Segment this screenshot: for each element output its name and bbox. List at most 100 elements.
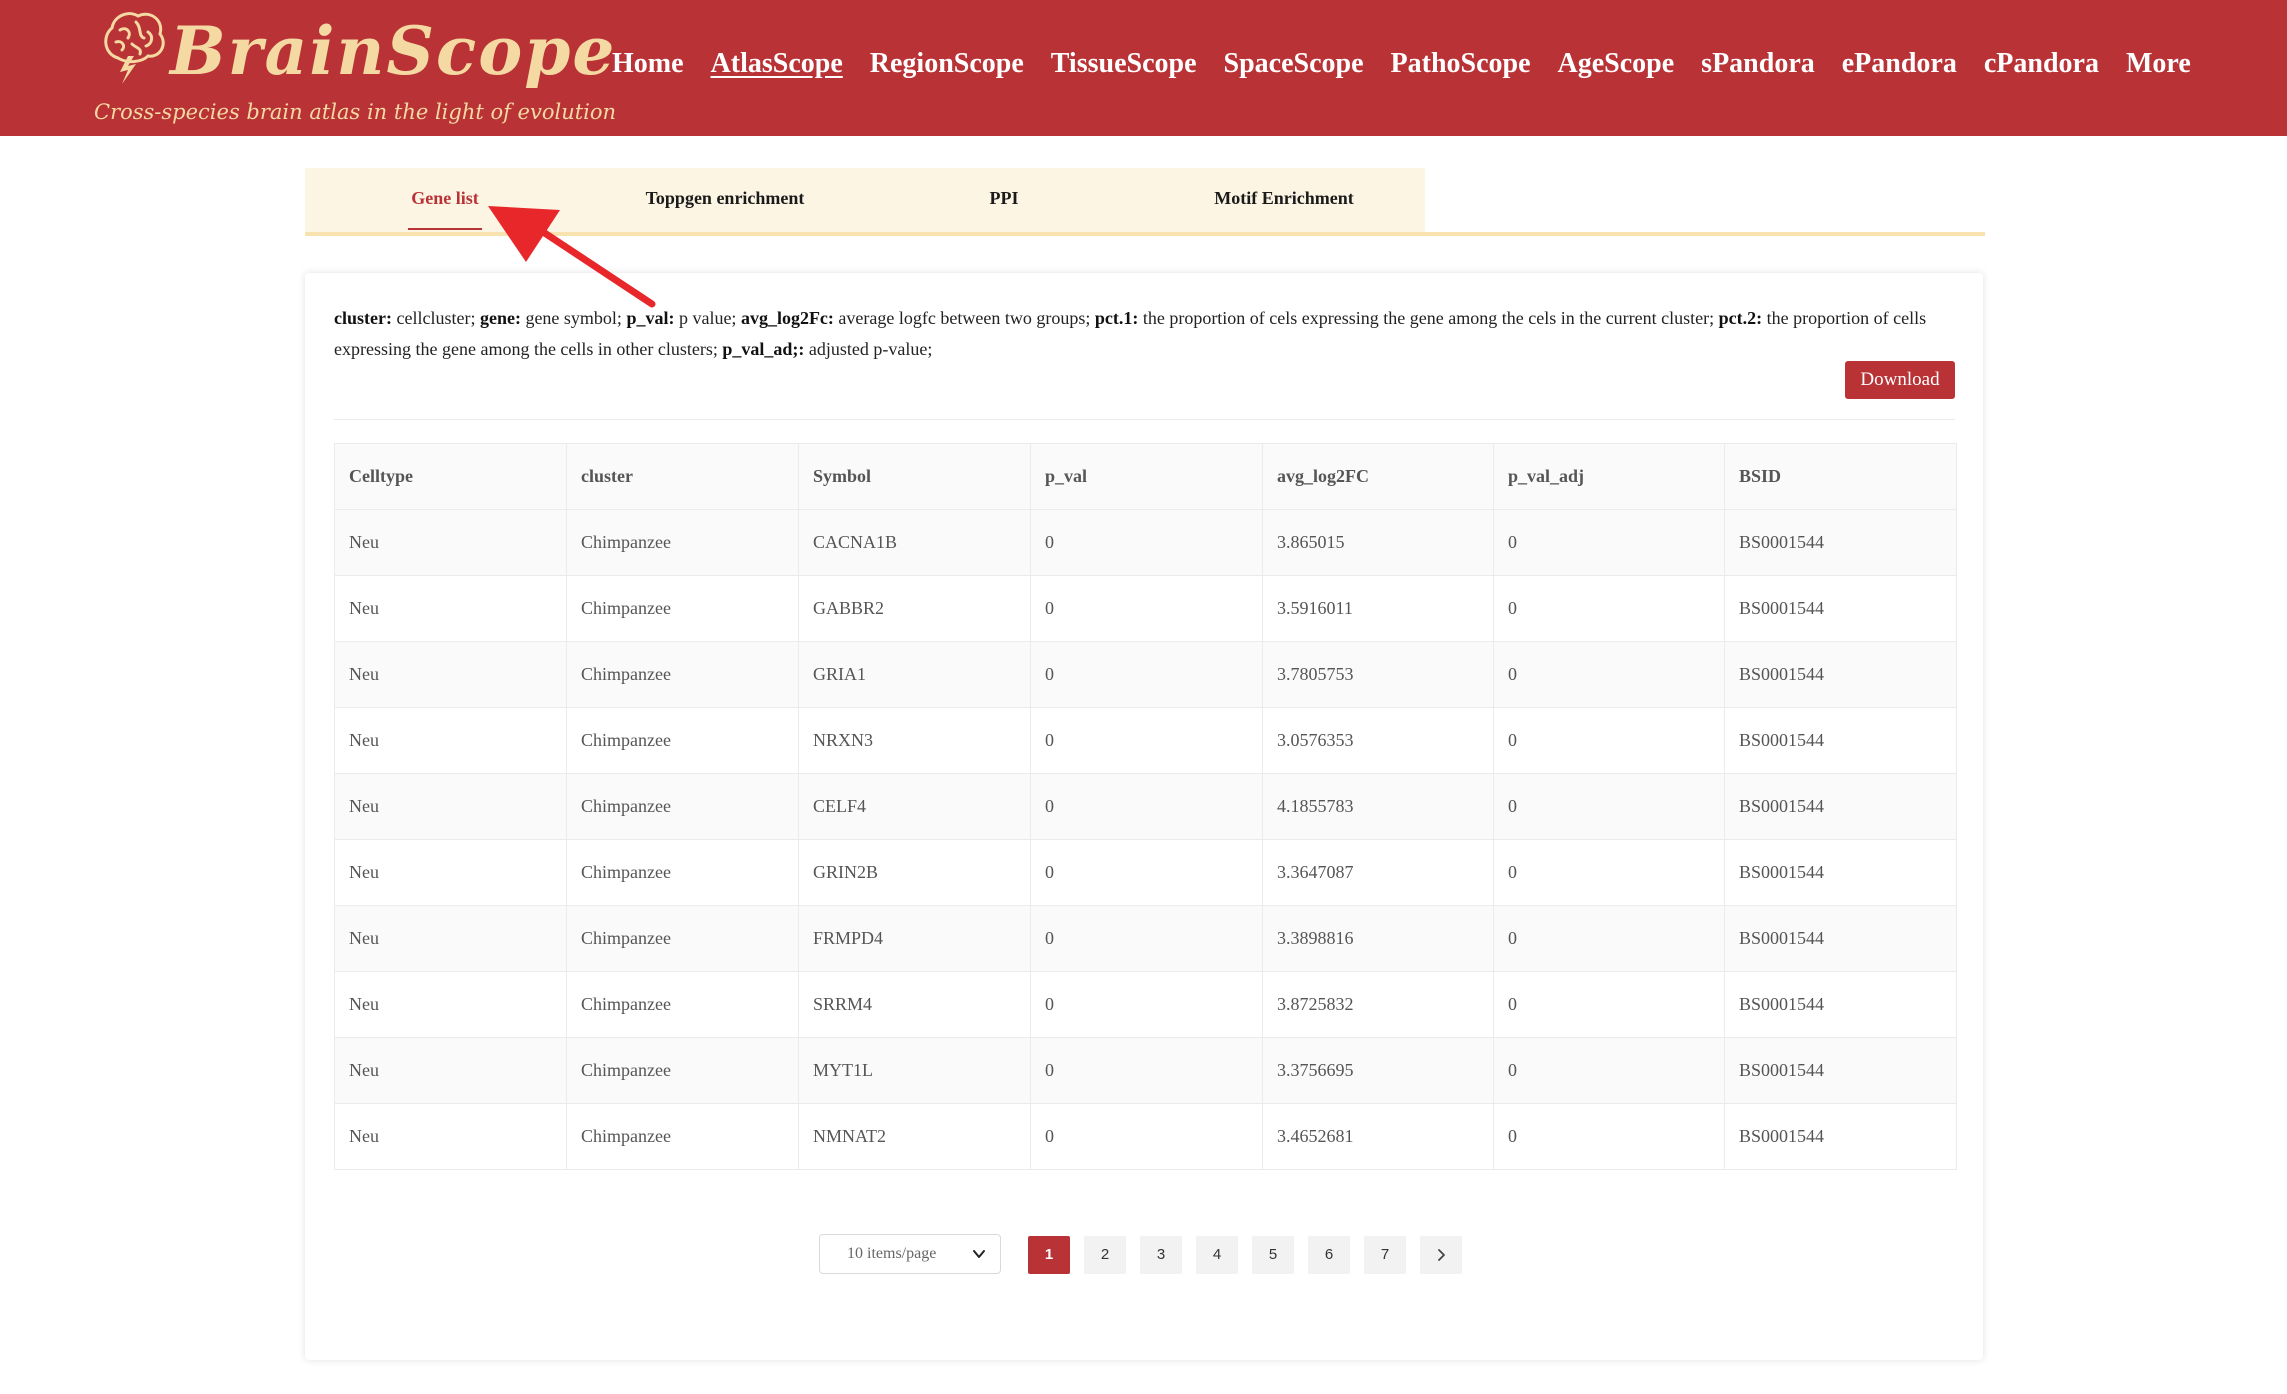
cell-bsid: BS0001544 — [1724, 641, 1957, 708]
cell-p-val-adj: 0 — [1493, 1037, 1725, 1104]
page-size-select[interactable]: 10 items/page — [819, 1234, 1001, 1274]
tab-toppgen-enrichment[interactable]: Toppgen enrichment — [646, 188, 805, 209]
nav-agescope[interactable]: AgeScope — [1558, 48, 1675, 88]
header-bsid[interactable]: BSID — [1724, 443, 1957, 510]
cell-avg-log2fc: 3.3756695 — [1262, 1037, 1494, 1104]
desc-text-avg-log2fc: average logfc between two groups; — [833, 308, 1095, 328]
section-divider — [334, 419, 1955, 420]
cell-avg-log2fc: 3.865015 — [1262, 509, 1494, 576]
cell-cluster: Chimpanzee — [566, 839, 799, 906]
header-cluster[interactable]: cluster — [566, 443, 799, 510]
nav-tissuescope[interactable]: TissueScope — [1051, 48, 1197, 88]
cell-bsid: BS0001544 — [1724, 509, 1957, 576]
table-row: Neu Chimpanzee MYT1L 0 3.3756695 0 BS000… — [334, 1037, 1957, 1104]
desc-key-pct2: pct.2: — [1718, 308, 1763, 328]
cell-celltype: Neu — [334, 509, 567, 576]
page-2-button[interactable]: 2 — [1084, 1236, 1126, 1274]
cell-p-val-adj: 0 — [1493, 641, 1725, 708]
desc-key-cluster: cluster: — [334, 308, 392, 328]
download-button[interactable]: Download — [1845, 361, 1955, 399]
page-4-button[interactable]: 4 — [1196, 1236, 1238, 1274]
tab-bar: Gene list Toppgen enrichment PPI Motif E… — [305, 168, 1425, 232]
cell-avg-log2fc: 3.4652681 — [1262, 1103, 1494, 1170]
chevron-down-icon — [973, 1250, 985, 1258]
cell-cluster: Chimpanzee — [566, 575, 799, 642]
cell-symbol: GABBR2 — [798, 575, 1031, 642]
cell-cluster: Chimpanzee — [566, 509, 799, 576]
desc-text-pct1: the proportion of cels expressing the ge… — [1138, 308, 1719, 328]
cell-avg-log2fc: 4.1855783 — [1262, 773, 1494, 840]
cell-bsid: BS0001544 — [1724, 1037, 1957, 1104]
cell-p-val-adj: 0 — [1493, 575, 1725, 642]
tab-gene-list[interactable]: Gene list — [411, 188, 479, 209]
next-page-button[interactable] — [1420, 1236, 1462, 1274]
cell-p-val: 0 — [1030, 641, 1263, 708]
cell-symbol: MYT1L — [798, 1037, 1031, 1104]
main-nav: Home AtlasScope RegionScope TissueScope … — [612, 48, 2218, 88]
nav-cpandora[interactable]: cPandora — [1984, 48, 2099, 88]
brain-icon — [104, 12, 165, 84]
nav-spandora[interactable]: sPandora — [1701, 48, 1815, 88]
cell-bsid: BS0001544 — [1724, 707, 1957, 774]
annotation-arrow-icon — [488, 206, 656, 308]
brainscope-logo[interactable]: BrainScope Cross-species brain atlas in … — [92, 4, 616, 132]
page-3-button[interactable]: 3 — [1140, 1236, 1182, 1274]
cell-p-val: 0 — [1030, 509, 1263, 576]
cell-celltype: Neu — [334, 1103, 567, 1170]
cell-celltype: Neu — [334, 1037, 567, 1104]
table-row: Neu Chimpanzee NRXN3 0 3.0576353 0 BS000… — [334, 707, 1957, 774]
nav-epandora[interactable]: ePandora — [1842, 48, 1957, 88]
cell-p-val: 0 — [1030, 971, 1263, 1038]
page-1-button[interactable]: 1 — [1028, 1236, 1070, 1274]
table-row: Neu Chimpanzee SRRM4 0 3.8725832 0 BS000… — [334, 971, 1957, 1038]
cell-p-val-adj: 0 — [1493, 905, 1725, 972]
nav-spacescope[interactable]: SpaceScope — [1224, 48, 1364, 88]
cell-bsid: BS0001544 — [1724, 575, 1957, 642]
tab-motif-enrichment[interactable]: Motif Enrichment — [1214, 188, 1353, 209]
page-5-button[interactable]: 5 — [1252, 1236, 1294, 1274]
cell-p-val-adj: 0 — [1493, 971, 1725, 1038]
page-6-button[interactable]: 6 — [1308, 1236, 1350, 1274]
header-symbol[interactable]: Symbol — [798, 443, 1031, 510]
cell-avg-log2fc: 3.3647087 — [1262, 839, 1494, 906]
nav-more[interactable]: More — [2126, 48, 2191, 88]
tab-ppi[interactable]: PPI — [990, 188, 1019, 209]
cell-p-val-adj: 0 — [1493, 773, 1725, 840]
desc-text-p-val: p value; — [674, 308, 741, 328]
cell-avg-log2fc: 3.3898816 — [1262, 905, 1494, 972]
cell-symbol: NMNAT2 — [798, 1103, 1031, 1170]
desc-key-pct1: pct.1: — [1094, 308, 1139, 328]
cell-p-val: 0 — [1030, 1103, 1263, 1170]
header-p-val-adj[interactable]: p_val_adj — [1493, 443, 1725, 510]
cell-bsid: BS0001544 — [1724, 839, 1957, 906]
table-header-row: Celltype cluster Symbol p_val avg_log2FC… — [334, 443, 1957, 510]
cell-p-val: 0 — [1030, 707, 1263, 774]
cell-symbol: CELF4 — [798, 773, 1031, 840]
desc-text-p-val-adj: adjusted p-value; — [804, 339, 933, 359]
cell-avg-log2fc: 3.0576353 — [1262, 707, 1494, 774]
header-celltype[interactable]: Celltype — [334, 443, 567, 510]
cell-cluster: Chimpanzee — [566, 707, 799, 774]
desc-key-avg-log2fc: avg_log2Fc: — [740, 308, 834, 328]
cell-avg-log2fc: 3.5916011 — [1262, 575, 1494, 642]
nav-atlasscope[interactable]: AtlasScope — [711, 48, 843, 88]
active-tab-indicator — [408, 228, 482, 230]
table-row: Neu Chimpanzee FRMPD4 0 3.3898816 0 BS00… — [334, 905, 1957, 972]
page-7-button[interactable]: 7 — [1364, 1236, 1406, 1274]
nav-regionscope[interactable]: RegionScope — [870, 48, 1024, 88]
cell-cluster: Chimpanzee — [566, 773, 799, 840]
cell-celltype: Neu — [334, 575, 567, 642]
cell-p-val-adj: 0 — [1493, 509, 1725, 576]
header-avg-log2fc[interactable]: avg_log2FC — [1262, 443, 1494, 510]
cell-bsid: BS0001544 — [1724, 773, 1957, 840]
cell-p-val: 0 — [1030, 905, 1263, 972]
logo-title: BrainScope — [170, 12, 617, 90]
nav-home[interactable]: Home — [612, 48, 684, 88]
cell-symbol: CACNA1B — [798, 509, 1031, 576]
cell-p-val-adj: 0 — [1493, 839, 1725, 906]
cell-symbol: FRMPD4 — [798, 905, 1031, 972]
cell-avg-log2fc: 3.8725832 — [1262, 971, 1494, 1038]
nav-pathoscope[interactable]: PathoScope — [1391, 48, 1531, 88]
header-p-val[interactable]: p_val — [1030, 443, 1263, 510]
cell-celltype: Neu — [334, 971, 567, 1038]
